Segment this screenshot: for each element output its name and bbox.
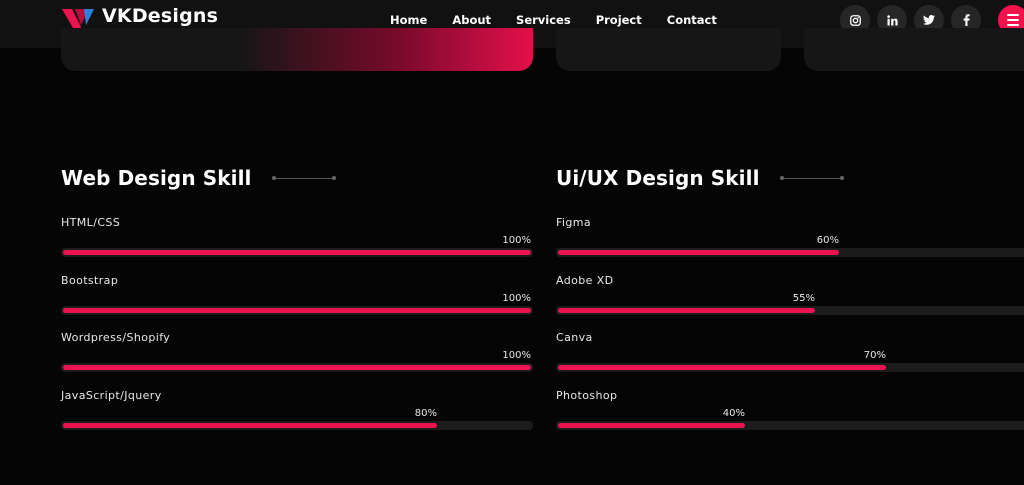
progress-fill (558, 365, 886, 370)
nav-services[interactable]: Services (516, 12, 571, 28)
feature-card (804, 28, 1024, 71)
progress-fill (63, 422, 437, 428)
progress-track (556, 363, 1024, 372)
progress-track (61, 305, 533, 315)
main-nav: Home About Services Project Contact (390, 12, 742, 28)
skill-name: HTML/CSS (61, 216, 121, 229)
title-divider (779, 176, 844, 180)
title-divider (271, 176, 336, 180)
section-title: Ui/UX Design Skill (556, 166, 760, 190)
skill-percent: 100% (502, 235, 531, 246)
progress-fill (558, 422, 745, 428)
feature-card (61, 28, 533, 71)
progress-fill (63, 365, 531, 370)
nav-contact[interactable]: Contact (667, 12, 717, 28)
skill-name: JavaScript/Jquery (61, 388, 162, 402)
skill-item: JavaScript/Jquery 80% (61, 389, 533, 447)
skill-name: Figma (556, 216, 592, 229)
nav-home[interactable]: Home (390, 12, 427, 28)
brand-name: VKDesigns (102, 5, 219, 27)
skill-name: Bootstrap (61, 273, 119, 287)
skill-item: Adobe XD 55% (556, 274, 1024, 332)
skill-item: Bootstrap 100% (61, 274, 533, 332)
section-title: Web Design Skill (61, 166, 252, 190)
skill-percent: 100% (502, 350, 531, 361)
progress-fill (558, 250, 839, 255)
skill-percent: 60% (816, 235, 839, 246)
feature-card (556, 28, 781, 71)
progress-track (556, 248, 1024, 257)
uiux-design-skills: Ui/UX Design Skill Figma 60% Adobe XD 55% Ca… (556, 163, 1024, 446)
skill-name: Photoshop (556, 388, 618, 402)
skill-item: HTML/CSS 100% (61, 216, 533, 274)
skill-name: Canva (556, 331, 593, 344)
skill-item: Figma 60% (556, 216, 1024, 274)
progress-fill (558, 307, 815, 313)
nav-project[interactable]: Project (596, 12, 642, 28)
progress-fill (63, 250, 531, 255)
progress-fill (63, 307, 531, 313)
skill-item: Canva 70% (556, 331, 1024, 389)
progress-track (556, 305, 1024, 315)
skill-percent: 55% (792, 292, 815, 304)
skill-percent: 80% (414, 407, 437, 419)
skill-percent: 100% (502, 292, 531, 304)
skill-percent: 40% (722, 407, 745, 419)
skill-name: Adobe XD (556, 273, 614, 287)
progress-track (61, 363, 533, 372)
skill-percent: 70% (863, 350, 886, 361)
skill-item: Photoshop 40% (556, 389, 1024, 447)
progress-track (61, 420, 533, 430)
skill-name: Wordpress/Shopify (61, 331, 171, 344)
progress-track (61, 248, 533, 257)
nav-about[interactable]: About (452, 12, 491, 28)
skill-item: Wordpress/Shopify 100% (61, 331, 533, 389)
progress-track (556, 420, 1024, 430)
web-design-skills: Web Design Skill HTML/CSS 100% Bootstrap 10… (61, 163, 533, 446)
